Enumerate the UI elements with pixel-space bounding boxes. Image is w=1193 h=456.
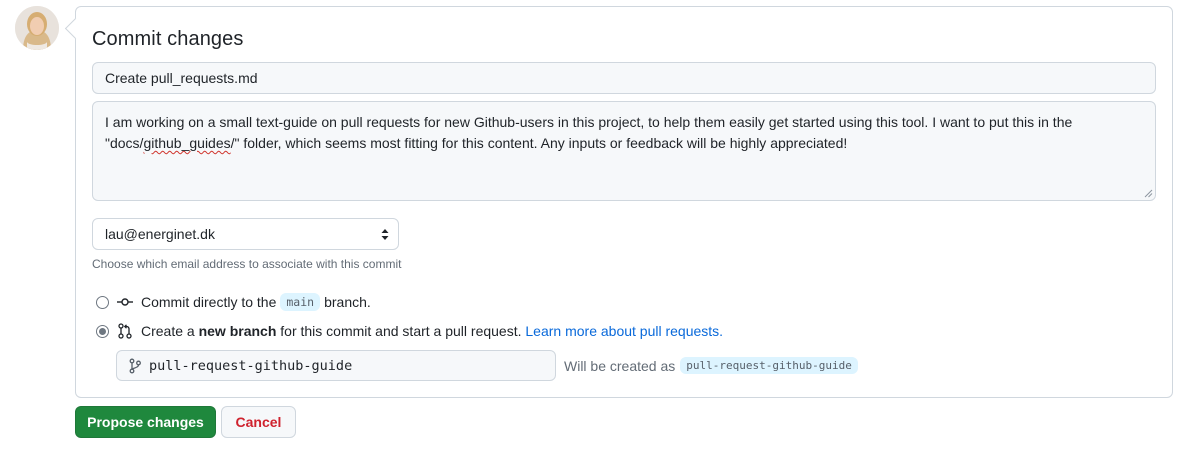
- user-avatar[interactable]: [15, 6, 59, 50]
- cancel-button[interactable]: Cancel: [221, 406, 296, 438]
- option-commit-directly[interactable]: Commit directly to the main branch.: [96, 292, 371, 312]
- commit-summary-input[interactable]: Create pull_requests.md: [92, 62, 1156, 94]
- option-new-branch-pre: Create a: [141, 323, 195, 339]
- commit-description-textarea[interactable]: I am working on a small text-guide on pu…: [92, 101, 1156, 201]
- new-branch-pill: pull-request-github-guide: [680, 357, 858, 374]
- git-commit-icon: [117, 294, 133, 310]
- branch-name-value: pull-request-github-guide: [149, 357, 353, 374]
- git-branch-icon: [129, 358, 141, 373]
- main-branch-pill: main: [280, 293, 321, 311]
- select-arrows-icon: [381, 229, 389, 240]
- description-line-2: "docs/github_guides/" folder, which seem…: [105, 135, 848, 151]
- will-be-created-label: Will be created as: [564, 357, 676, 374]
- new-branch-name-input[interactable]: pull-request-github-guide: [116, 350, 556, 381]
- commit-heading: Commit changes: [92, 28, 244, 50]
- option-new-branch-post: for this commit and start a pull request…: [280, 323, 522, 339]
- will-be-created-note: Will be created as pull-request-github-g…: [564, 357, 862, 374]
- commit-changes-panel: Commit changes Create pull_requests.md I…: [75, 6, 1173, 398]
- radio-commit-directly[interactable]: [96, 295, 109, 309]
- radio-new-branch[interactable]: [96, 324, 109, 338]
- option-new-branch-bold: new branch: [198, 323, 277, 339]
- misspelled-word: github_guides: [143, 135, 231, 151]
- description-line-1: I am working on a small text-guide on pu…: [105, 114, 1073, 130]
- email-selected-value: lau@energinet.dk: [105, 226, 215, 242]
- option-direct-text: Commit directly to the: [141, 294, 277, 310]
- option-new-branch[interactable]: Create a new branch for this commit and …: [96, 321, 723, 341]
- learn-more-pull-requests-link[interactable]: Learn more about pull requests.: [525, 323, 723, 339]
- email-hint: Choose which email address to associate …: [92, 257, 402, 271]
- git-pull-request-icon: [117, 323, 133, 339]
- resize-grip-icon[interactable]: [1144, 189, 1153, 198]
- commit-email-select[interactable]: lau@energinet.dk: [92, 218, 399, 250]
- propose-changes-button[interactable]: Propose changes: [75, 406, 216, 438]
- option-direct-suffix: branch.: [324, 294, 371, 310]
